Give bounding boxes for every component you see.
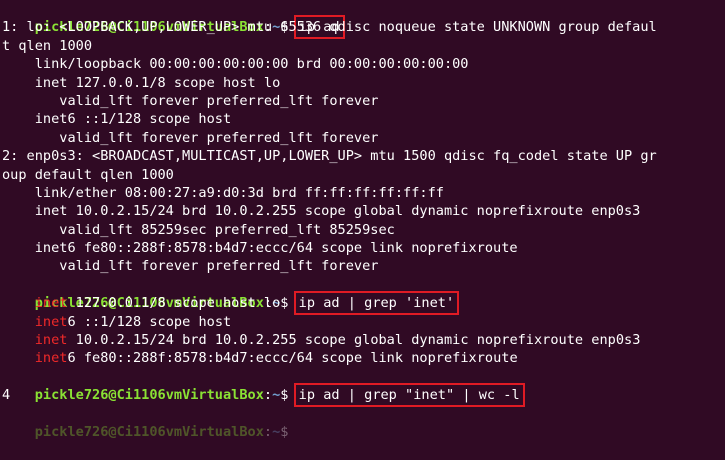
command-text[interactable]: ip ad | grep "inet" | wc -l (293, 383, 525, 408)
grep-rest: 6 fe80::288f:8578:b4d7:eccc/64 scope lin… (67, 350, 518, 367)
output-line: 1: lo: <LOOPBACK,UP,LOWER_UP> mtu 65536 … (2, 19, 657, 36)
output-line: valid_lft 85259sec preferred_lft 85259se… (2, 221, 395, 238)
output-line: valid_lft forever preferred_lft forever (2, 92, 379, 109)
command-text[interactable]: ip ad | grep 'inet' (293, 291, 460, 316)
prompt-symbol: $ (280, 387, 297, 404)
grep-match: inet (34, 313, 68, 330)
prompt-separator: : (263, 424, 273, 440)
prompt-line: pickle726@Ci1106vmVirtualBox:~$ ip ad | … (2, 276, 725, 316)
output-line: t qlen 1000 (2, 37, 93, 54)
terminal-window[interactable]: pickle726@Ci1106vmVirtualBox:~$ ip ad 1:… (2, 0, 725, 440)
grep-output-line: inet6 ::1/128 scope host (2, 313, 725, 331)
grep-match: inet (34, 295, 68, 312)
output-line: valid_lft forever preferred_lft forever (2, 129, 379, 146)
prompt-line: pickle726@Ci1106vmVirtualBox:~$ ip ad (2, 0, 725, 40)
output-line: link/ether 08:00:27:a9:d0:3d brd ff:ff:f… (2, 184, 444, 201)
grep-match: inet (34, 332, 68, 349)
grep-output-line: inet 10.0.2.15/24 brd 10.0.2.255 scope g… (2, 331, 725, 349)
grep-rest: 127.0.0.1/8 scope host lo (67, 295, 281, 312)
prompt-path: ~ (272, 424, 281, 440)
prompt-user-host: pickle726@Ci1106vmVirtualBox (34, 424, 264, 440)
grep-rest: 10.0.2.15/24 brd 10.0.2.255 scope global… (67, 332, 641, 349)
prompt-user-host: pickle726@Ci1106vmVirtualBox (34, 387, 264, 404)
prompt-symbol: $ (280, 424, 297, 440)
prompt-symbol: $ (280, 295, 297, 312)
grep-rest: 6 ::1/128 scope host (67, 313, 232, 330)
output-line: inet6 fe80::288f:8578:b4d7:eccc/64 scope… (2, 240, 518, 257)
prompt-line: pickle726@Ci1106vmVirtualBox:~$ ip ad | … (2, 368, 725, 408)
grep-match: inet (34, 350, 68, 367)
output-line: link/loopback 00:00:00:00:00:00 brd 00:0… (2, 56, 469, 73)
output-line: oup default qlen 1000 (2, 166, 174, 183)
prompt-line-partial: pickle726@Ci1106vmVirtualBox:~$ (2, 405, 725, 440)
output-line: inet6 ::1/128 scope host (2, 111, 232, 128)
output-line: valid_lft forever preferred_lft forever (2, 258, 379, 275)
output-line: 2: enp0s3: <BROADCAST,MULTICAST,UP,LOWER… (2, 148, 657, 165)
prompt-separator: : (263, 387, 273, 404)
output-line: inet 127.0.0.1/8 scope host lo (2, 74, 281, 91)
grep-output-line: inet6 fe80::288f:8578:b4d7:eccc/64 scope… (2, 349, 725, 367)
output-line: inet 10.0.2.15/24 brd 10.0.2.255 scope g… (2, 203, 641, 220)
